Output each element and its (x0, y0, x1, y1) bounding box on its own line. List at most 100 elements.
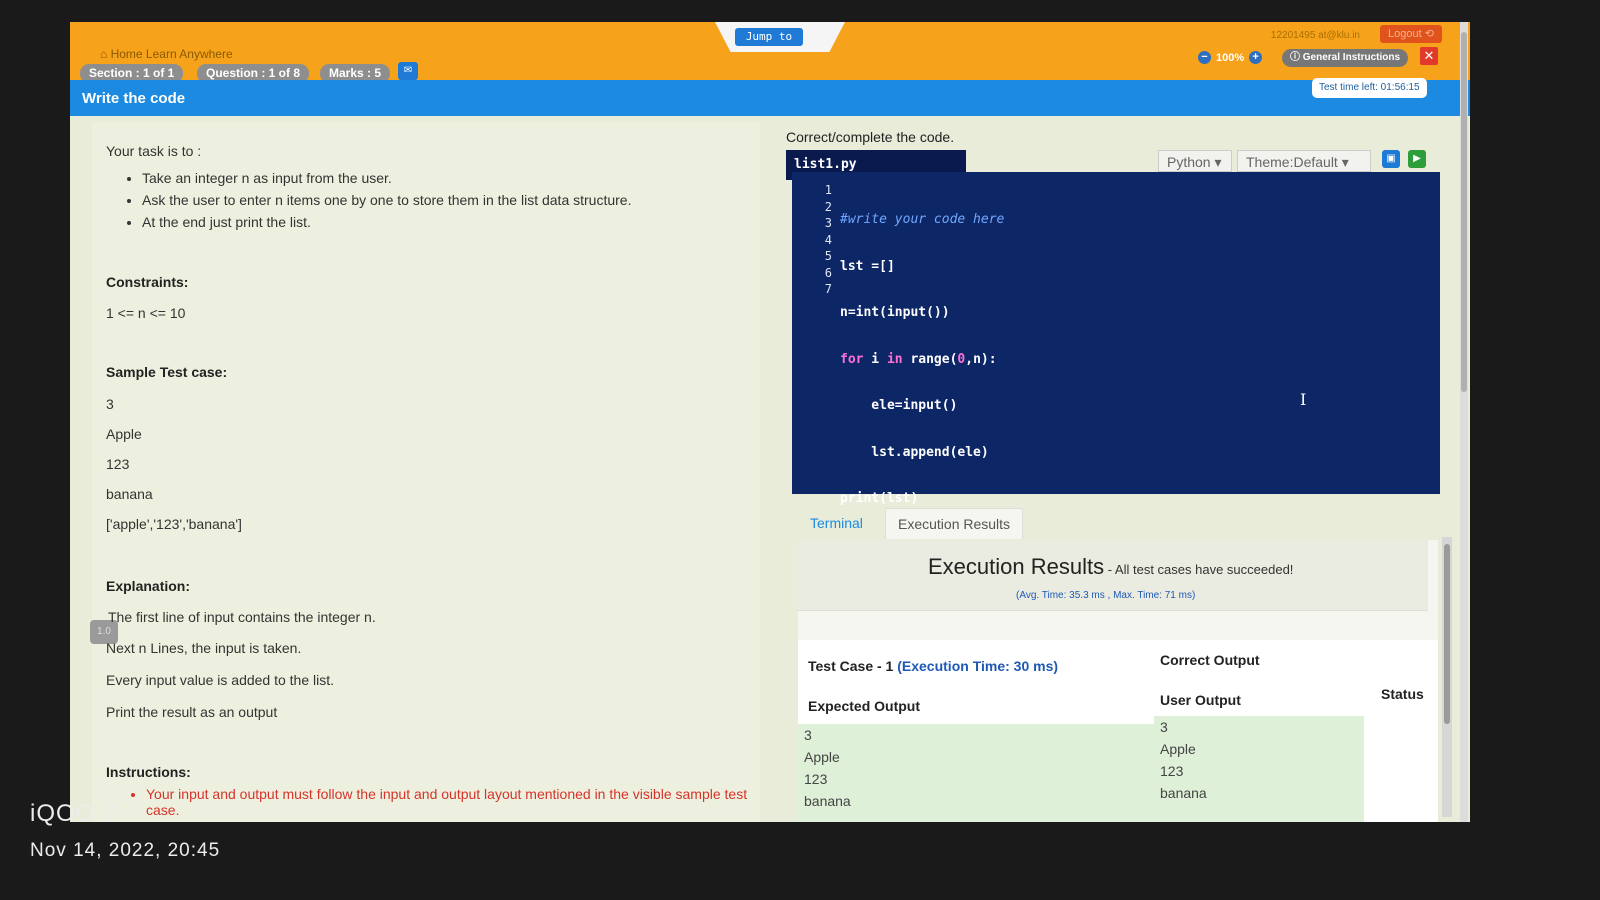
constraint-text: 1 <= n <= 10 (106, 305, 186, 321)
time-left: Test time left: 01:56:15 (1312, 78, 1427, 98)
test-case-table: Test Case - 1 (Execution Time: 30 ms) Co… (798, 640, 1438, 822)
results-header: Execution Results - All test cases have … (798, 540, 1428, 611)
user-output-cell: 3 Apple 123 banana (1154, 716, 1364, 822)
breadcrumb[interactable]: ⌂ Home Learn Anywhere (100, 47, 233, 61)
code-line: lst.append(ele) (840, 444, 989, 460)
chevron-down-icon: ▾ (1214, 154, 1222, 170)
line-numbers: 1 2 3 4 5 6 7 (792, 182, 832, 298)
general-instructions-button[interactable]: ⓘ General Instructions (1282, 49, 1409, 67)
code-line: for i in range(0,n): (840, 352, 1004, 369)
results-subtitle: - All test cases have succeeded! (1104, 562, 1294, 577)
sample-heading: Sample Test case: (106, 364, 228, 380)
code-editor[interactable]: 1 2 3 4 5 6 7 #write your code here lst … (792, 172, 1440, 506)
logout-button[interactable]: Logout ⟲ (1380, 25, 1442, 43)
instruction-list: Your input and output must follow the in… (126, 786, 766, 822)
code-line: n=int(input()) (840, 305, 950, 320)
line-number: 5 (824, 249, 832, 263)
title-bar (70, 80, 1470, 116)
text-cursor-icon: I (1300, 390, 1307, 409)
line-number: 3 (824, 216, 832, 230)
run-icon[interactable]: ▶ (1408, 150, 1426, 168)
chat-icon[interactable]: ✉ (398, 62, 418, 80)
save-icon[interactable]: ▣ (1382, 150, 1400, 168)
user-id: 12201495 at@klu.in (1270, 30, 1360, 41)
page-scroll-thumb[interactable] (1461, 32, 1467, 392)
chevron-down-icon: ▾ (1341, 154, 1349, 170)
explanation-line: Print the result as an output (106, 704, 278, 720)
expected-output-header: Expected Output (808, 698, 921, 714)
output-line: banana (804, 793, 851, 809)
task-item: Ask the user to enter n items one by one… (142, 192, 752, 208)
general-instructions-label: General Instructions (1302, 52, 1401, 63)
sample-line: 3 (106, 396, 114, 412)
explanation-heading: Explanation: (106, 578, 191, 594)
code-lines[interactable]: #write your code here lst =[] n=int(inpu… (840, 182, 1004, 538)
results-title: Execution Results - All test cases have … (928, 554, 1293, 580)
code-line: #write your code here (840, 212, 1005, 227)
code-keyword: for (840, 351, 864, 367)
sample-line: Apple (106, 426, 142, 442)
code-token: i (863, 351, 887, 367)
code-keyword: in (886, 351, 903, 367)
explanation-line: The first line of input contains the int… (108, 609, 376, 625)
instructions-heading: Instructions: (106, 764, 191, 780)
line-number: 1 (824, 183, 832, 197)
line-number: 4 (824, 232, 832, 247)
device-watermark: iQOO 7 (30, 800, 118, 827)
close-icon[interactable]: ✕ (1420, 47, 1438, 65)
user-output-header: User Output (1160, 692, 1241, 708)
results-timing: (Avg. Time: 35.3 ms , Max. Time: 71 ms) (1016, 590, 1196, 601)
results-scroll-thumb[interactable] (1444, 544, 1450, 724)
output-line: 123 (1160, 763, 1184, 779)
output-line: 3 (1160, 719, 1168, 735)
code-token: ,n): (965, 351, 997, 367)
zoom-out-icon[interactable]: − (1198, 51, 1211, 64)
results-panel: Execution Results - All test cases have … (798, 540, 1438, 822)
editor-prompt: Correct/complete the code. (786, 129, 955, 145)
results-title-text: Execution Results (928, 554, 1105, 579)
zoom-level: 100% (1216, 51, 1245, 64)
output-line: Apple (1160, 741, 1196, 757)
execution-time: (Execution Time: 30 ms) (897, 658, 1059, 674)
theme-select[interactable]: Theme:Default ▾ (1237, 150, 1371, 172)
code-line: print(lst) (840, 491, 919, 506)
language-value: Python (1167, 154, 1211, 170)
task-item: At the end just print the list. (142, 214, 752, 230)
correct-output-header: Correct Output (1160, 652, 1260, 668)
test-case-title: Test Case - 1 (808, 658, 894, 674)
code-line: ele=input() (840, 398, 958, 413)
explanation-line: Next n Lines, the input is taken. (106, 640, 302, 656)
sample-line: banana (106, 486, 153, 502)
output-line: 123 (804, 771, 828, 787)
tab-terminal[interactable]: Terminal (798, 508, 875, 538)
output-line: 3 (804, 727, 812, 743)
output-line: banana (1160, 785, 1207, 801)
sample-line: 123 (106, 456, 130, 472)
instruction-item: Your input and output must follow the in… (146, 786, 766, 818)
status-header: Status (1381, 686, 1424, 702)
tab-execution-results[interactable]: Execution Results (885, 508, 1024, 539)
test-case-label: Test Case - 1 (Execution Time: 30 ms) (808, 658, 1058, 674)
language-select[interactable]: Python ▾ (1158, 150, 1232, 172)
line-number: 7 (824, 282, 832, 296)
line-number: 6 (824, 265, 832, 280)
info-icon: ⓘ (1290, 52, 1303, 63)
zoom-control: − 100% + (1198, 51, 1263, 64)
expected-output-cell: 3 Apple 123 banana (798, 724, 1154, 822)
code-token: range( (902, 351, 958, 367)
sample-line: ['apple','123','banana'] (106, 516, 242, 532)
explanation-line: Every input value is added to the list. (106, 672, 335, 688)
constraints-heading: Constraints: (106, 274, 189, 290)
task-list: Take an integer n as input from the user… (122, 170, 752, 236)
jump-to-button[interactable]: Jump to (735, 28, 803, 46)
zoom-in-icon[interactable]: + (1249, 51, 1263, 64)
code-line: lst =[] (840, 258, 895, 274)
page-title: Write the code (82, 90, 186, 107)
screen: ⌂ Home Learn Anywhere 12201495 at@klu.in… (70, 22, 1470, 822)
line-number: 2 (824, 199, 832, 214)
output-line: Apple (804, 749, 840, 765)
task-item: Take an integer n as input from the user… (142, 170, 752, 186)
task-heading: Your task is to : (106, 143, 202, 159)
theme-value: Theme:Default (1246, 154, 1338, 170)
photo-timestamp: Nov 14, 2022, 20:45 (30, 840, 221, 861)
